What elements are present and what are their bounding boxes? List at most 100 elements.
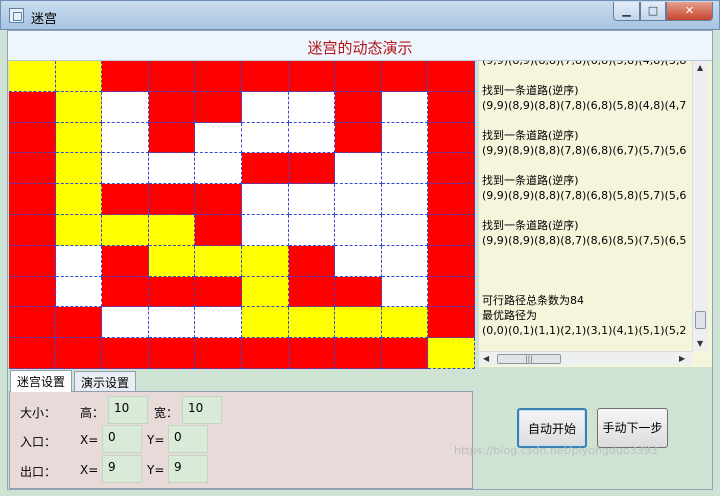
log-line: 找到一条道路(逆序) — [482, 174, 579, 187]
vertical-scroll-thumb[interactable] — [695, 311, 706, 329]
maze-cell-wall — [102, 245, 149, 277]
maze-cell-open — [148, 153, 196, 185]
maze-cell-open — [335, 153, 382, 185]
maze-cell-wall — [288, 61, 336, 92]
maze-cell-wall — [9, 91, 56, 123]
log-line: (9,9)(8,9)(8,8)(7,8)(6,8)(5,8)(5,7)(5,6)… — [482, 189, 687, 202]
exit-x-input[interactable]: 9 — [102, 455, 142, 483]
maze-cell-wall — [9, 307, 56, 339]
maze-cell-open — [195, 307, 242, 339]
maze-cell-wall — [428, 215, 475, 246]
maze-cell-path — [242, 276, 289, 308]
maze-cell-wall — [335, 61, 382, 92]
settings-tabs: 迷宫设置 演示设置 — [9, 370, 473, 392]
maze-settings-panel: 大小： 高： 10 宽： 10 入口： X= 0 Y= 0 出口： X= 9 Y… — [9, 391, 473, 489]
maze-cell-wall — [335, 91, 382, 123]
exit-y-label: Y= — [147, 463, 165, 477]
maze-cell-wall — [148, 338, 196, 369]
maze-cell-path — [55, 61, 103, 92]
maze-cell-wall — [428, 61, 475, 92]
maze-cell-open — [55, 276, 103, 308]
maze-cell-open — [102, 307, 149, 339]
maze-cell-wall — [148, 276, 196, 308]
width-input[interactable]: 10 — [182, 396, 222, 424]
maze-cell-wall — [9, 245, 56, 277]
maze-cell-wall — [148, 184, 196, 215]
maze-cell-wall — [55, 307, 103, 339]
close-button[interactable]: ✕ — [666, 2, 713, 21]
maze-cell-path — [55, 215, 103, 246]
log-text: (9,9)(8,9)(8,8)(7,8)(6,8)(5,8)(4,8)(3,8)… — [482, 61, 687, 343]
maze-cell-wall — [55, 338, 103, 369]
height-input[interactable]: 10 — [108, 396, 148, 424]
maze-cell-wall — [195, 215, 242, 246]
log-line: 可行路径总条数为84 — [482, 294, 584, 307]
maze-cell-wall — [242, 338, 289, 369]
log-line: (9,9)(8,9)(8,8)(7,8)(6,8)(6,7)(5,7)(5,6)… — [482, 144, 687, 157]
horizontal-scroll-thumb[interactable]: ||| — [497, 354, 561, 364]
window-title: 迷宫 — [31, 12, 58, 27]
maze-cell-path — [148, 215, 196, 246]
maze-cell-open — [335, 184, 382, 215]
maze-grid — [9, 61, 475, 369]
maze-cell-open — [381, 215, 429, 246]
maze-cell-wall — [242, 153, 289, 185]
maze-cell-wall — [288, 245, 336, 277]
maze-cell-open — [288, 184, 336, 215]
maze-cell-open — [381, 122, 429, 154]
maze-cell-wall — [9, 338, 56, 369]
maze-cell-wall — [242, 61, 289, 92]
entrance-y-input[interactable]: 0 — [168, 425, 208, 453]
scroll-down-icon[interactable]: ▼ — [697, 339, 703, 348]
maze-cell-path — [288, 307, 336, 339]
maze-cell-wall — [288, 338, 336, 369]
maze-cell-wall — [288, 153, 336, 185]
maze-cell-wall — [381, 61, 429, 92]
log-line: 找到一条道路(逆序) — [482, 219, 579, 232]
maze-cell-open — [242, 91, 289, 123]
maze-cell-wall — [428, 245, 475, 277]
maze-cell-wall — [148, 122, 196, 154]
log-line: (9,9)(8,9)(8,8)(7,8)(6,8)(5,8)(4,8)(3,8)… — [482, 61, 687, 68]
horizontal-scrollbar[interactable]: ◀ ||| ▶ — [479, 351, 692, 365]
exit-y-input[interactable]: 9 — [168, 455, 208, 483]
maze-cell-open — [102, 153, 149, 185]
auto-start-button[interactable]: 自动开始 — [517, 408, 587, 448]
entrance-x-input[interactable]: 0 — [102, 425, 142, 453]
maze-cell-wall — [102, 61, 149, 92]
manual-next-button[interactable]: 手动下一步 — [597, 408, 668, 448]
maze-cell-wall — [428, 153, 475, 185]
maze-cell-path — [55, 184, 103, 215]
maze-cell-path — [335, 307, 382, 339]
log-panel[interactable]: (9,9)(8,9)(8,8)(7,8)(6,8)(5,8)(4,8)(3,8)… — [479, 61, 712, 367]
window-client-area: 迷宫的动态演示 (9,9)(8,9)(8,8)(7,8)(6,8)(5,8)(4… — [7, 30, 713, 490]
maze-cell-path — [102, 215, 149, 246]
maze-cell-open — [335, 215, 382, 246]
scroll-up-icon[interactable]: ▲ — [697, 63, 703, 72]
maze-cell-wall — [9, 215, 56, 246]
maze-cell-wall — [288, 276, 336, 308]
maze-cell-open — [288, 91, 336, 123]
maze-cell-wall — [9, 153, 56, 185]
minimize-button[interactable]: ▁ — [613, 2, 640, 21]
maze-cell-wall — [102, 184, 149, 215]
vertical-scrollbar[interactable]: ▲ ▼ — [692, 61, 708, 351]
entrance-y-label: Y= — [147, 433, 165, 447]
maze-cell-path — [242, 245, 289, 277]
tab-maze-settings[interactable]: 迷宫设置 — [10, 370, 73, 392]
maze-cell-open — [148, 307, 196, 339]
maze-cell-open — [288, 215, 336, 246]
maximize-button[interactable]: □ — [640, 2, 666, 21]
app-icon — [9, 8, 24, 23]
maze-cell-wall — [195, 276, 242, 308]
tab-demo-settings[interactable]: 演示设置 — [74, 371, 137, 392]
scroll-left-icon[interactable]: ◀ — [483, 354, 489, 363]
scroll-right-icon[interactable]: ▶ — [679, 354, 685, 363]
